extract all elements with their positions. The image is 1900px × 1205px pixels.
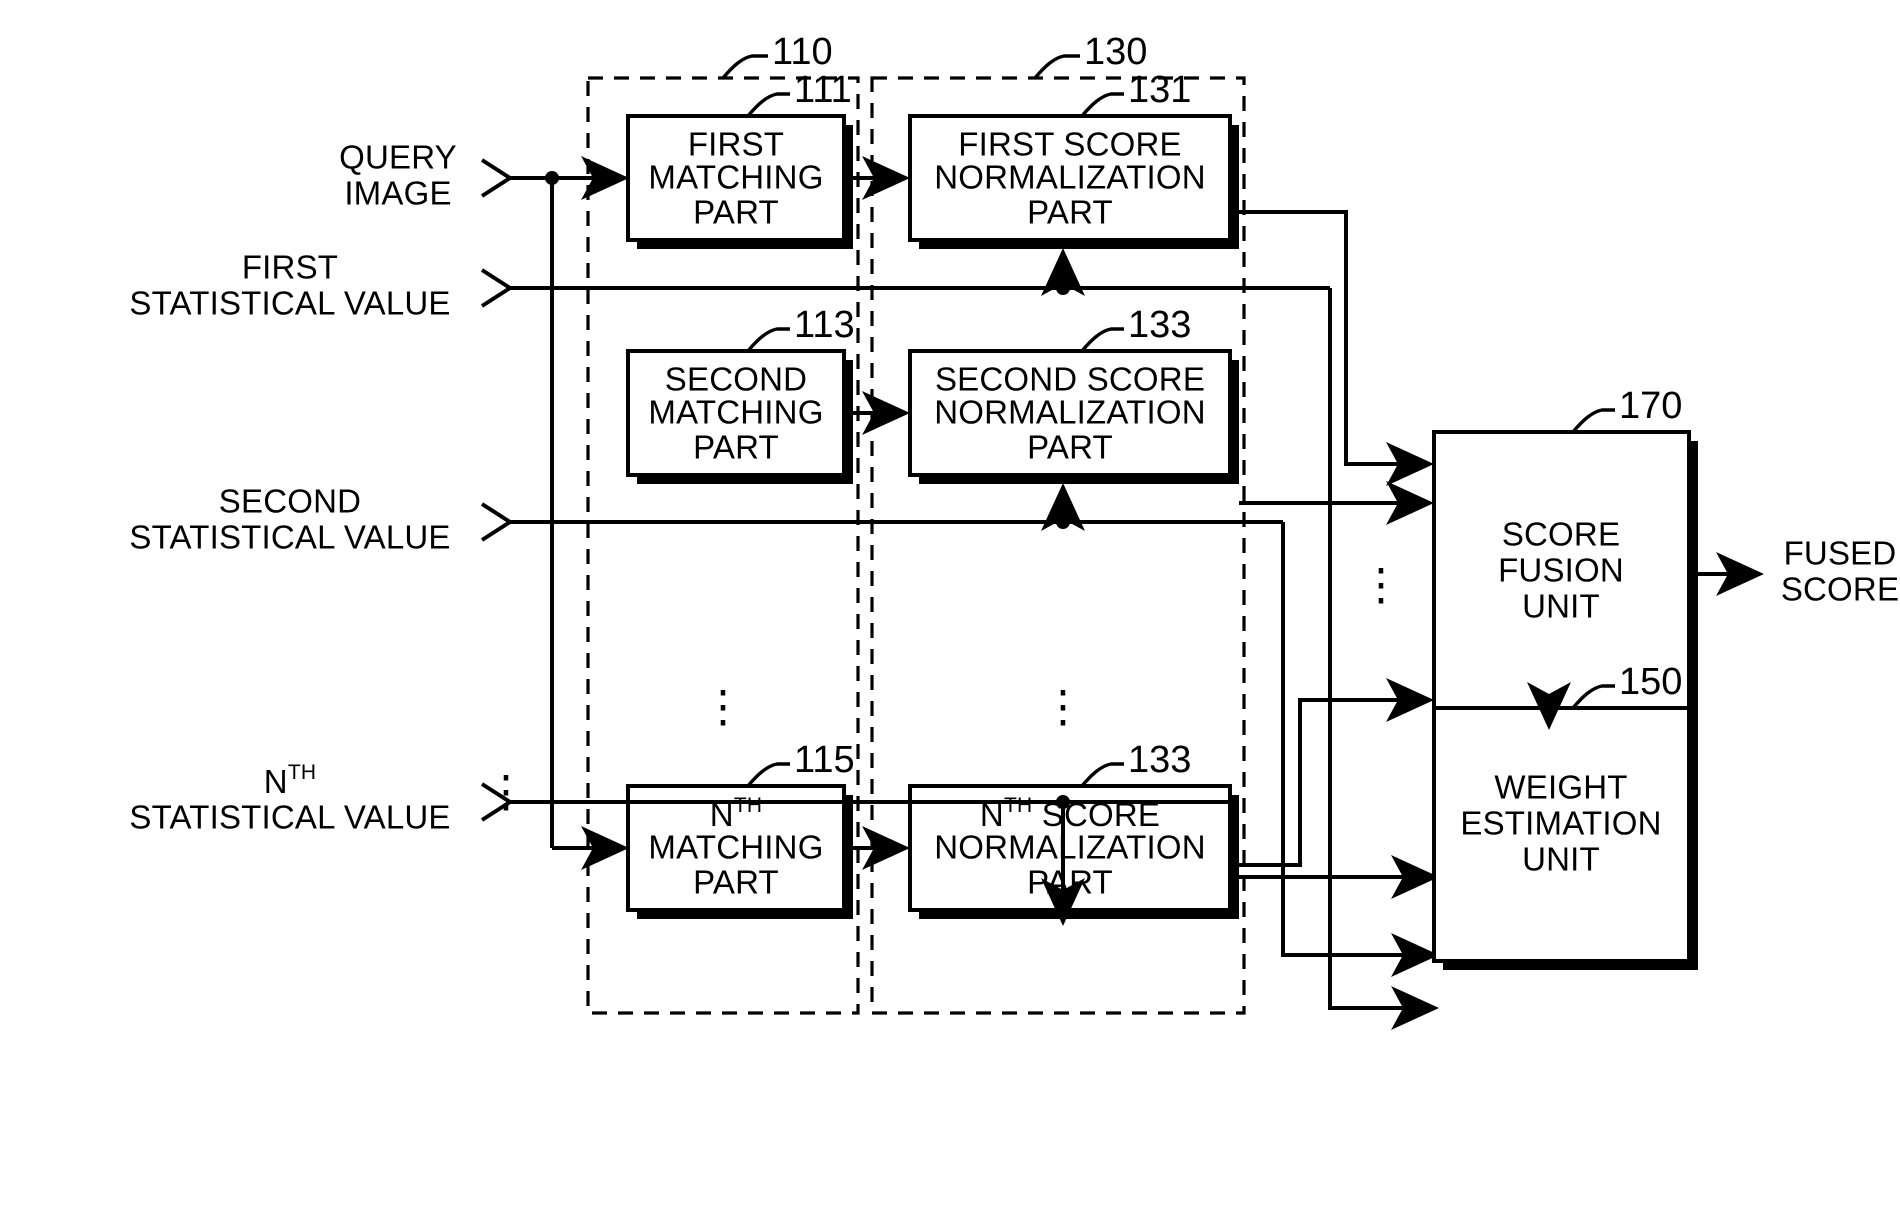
ellipsis-fusion-inputs: ⋮ [1359,561,1403,610]
weight-estimation-unit-line2: ESTIMATION [1460,805,1661,842]
ref-133-second: 133 [1128,304,1191,346]
leader-115 [746,762,790,788]
diagram-svg: 110 130 111 FIRST MATCHING PART 131 FIRS… [129,31,1899,1030]
second-norm-part-line2: NORMALIZATION [934,394,1206,431]
wire-first-norm-to-fusion [1239,210,1434,486]
score-fusion-unit-line3: UNIT [1522,588,1600,625]
fused-score-label-line2: SCORE [1781,571,1899,608]
nth-norm-part-line3: PART [1027,864,1113,901]
second-matching-part-line2: MATCHING [648,394,823,431]
figure-canvas: 110 130 111 FIRST MATCHING PART 131 FIRS… [0,0,1900,1205]
first-stat-chevron [480,268,514,308]
leader-110 [721,54,768,80]
first-stat-label-line1: FIRST [242,249,338,286]
first-norm-part-line2: NORMALIZATION [934,159,1206,196]
first-matching-part-line1: FIRST [688,126,784,163]
leader-133a [1080,327,1124,353]
ref-130: 130 [1084,31,1147,73]
query-image-chevron [480,158,514,198]
query-image-label-line1: QUERY [339,139,457,176]
leader-111 [746,92,790,118]
score-fusion-unit-line1: SCORE [1502,516,1620,553]
ref-111: 111 [794,69,852,111]
ellipsis-normalization-column: ⋮ [1041,683,1085,732]
weight-estimation-unit-line1: WEIGHT [1494,769,1627,806]
leader-130 [1033,54,1080,80]
second-stat-chevron [480,502,514,542]
score-fusion-unit-line2: FUSION [1498,552,1624,589]
second-norm-part-line3: PART [1027,429,1113,466]
ref-150: 150 [1619,661,1682,703]
second-stat-label-line1: SECOND [219,483,361,520]
leader-113 [746,327,790,353]
wire-nth-norm-to-fusion [1239,678,1434,867]
nth-norm-part-line2: NORMALIZATION [934,829,1206,866]
ref-115: 115 [794,739,855,781]
first-matching-part-line3: PART [693,194,779,231]
nth-matching-part-line3: PART [693,864,779,901]
nth-matching-part-line2: MATCHING [648,829,823,866]
query-image-label-line2: IMAGE [344,175,451,212]
first-norm-part-line1: FIRST SCORE [958,126,1181,163]
ref-113: 113 [794,304,855,346]
nth-stat-n: N [264,763,288,800]
nth-norm-sup: TH [1004,794,1032,817]
ref-131: 131 [1128,69,1191,111]
ellipsis-matching-column: ⋮ [701,683,745,732]
leader-131 [1080,92,1124,118]
weight-estimation-unit-line3: UNIT [1522,841,1600,878]
first-matching-part-line2: MATCHING [648,159,823,196]
ref-170: 170 [1619,385,1682,427]
ref-133-nth: 133 [1128,739,1191,781]
nth-stat-sup: TH [288,761,316,784]
nth-matching-sup: TH [734,794,762,817]
first-stat-label-line2: STATISTICAL VALUE [129,285,450,322]
leader-170 [1571,408,1615,434]
second-norm-part-line1: SECOND SCORE [935,361,1205,398]
second-stat-label-line2: STATISTICAL VALUE [129,519,450,556]
ellipsis-left-inputs: ⋮ [484,768,528,817]
leader-133b [1080,762,1124,788]
fused-score-label-line1: FUSED [1784,535,1897,572]
second-matching-part-line1: SECOND [665,361,807,398]
second-matching-part-line3: PART [693,429,779,466]
first-norm-part-line3: PART [1027,194,1113,231]
nth-stat-label-line2: STATISTICAL VALUE [129,799,450,836]
ref-110: 110 [772,31,833,73]
nth-stat-label-line1: NTH [264,761,316,800]
